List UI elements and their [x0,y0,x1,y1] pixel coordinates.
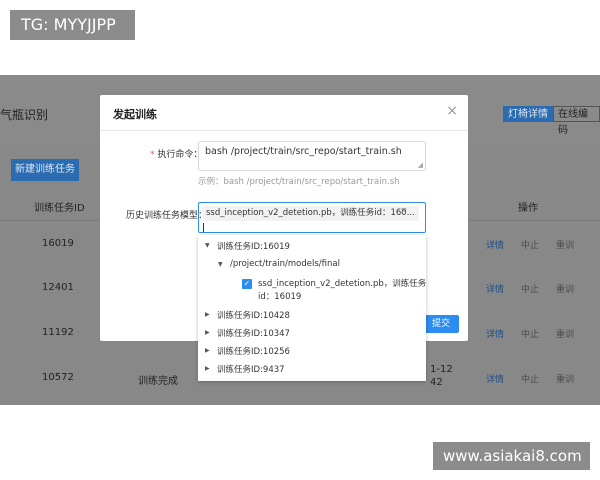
row-detail-link[interactable]: 详情 [486,282,504,295]
tree-node-task[interactable]: 训练任务ID:10428 [217,309,290,321]
caret-down-icon[interactable]: ▼ [218,261,223,268]
table-row-id: 12401 [42,282,74,293]
text-cursor [203,223,204,232]
new-task-button[interactable]: 新建训练任务 [11,159,79,181]
tree-node-task[interactable]: 训练任务ID:16019 [217,240,290,252]
caret-right-icon[interactable]: ▶ [205,347,210,354]
table-row-id: 11192 [42,327,74,338]
app-screen: 气瓶识别 灯椅详情 在线编码 新建训练任务 训练任务ID 操作 16019 详情… [0,75,600,405]
tree-node-task[interactable]: 训练任务ID:10256 [217,345,290,357]
selected-model-tag: ssd_inception_v2_detetion.pb，训练任务id：160.… [202,206,419,221]
close-icon[interactable]: × [446,103,458,119]
checkbox-checked-icon[interactable]: ✓ [242,279,252,289]
command-example: 示例：bash /project/train/src_repo/start_tr… [198,177,400,187]
row-retrain-link[interactable]: 重训 [556,327,574,340]
command-value: bash /project/train/src_repo/start_train… [205,146,402,157]
table-row-id: 16019 [42,238,74,249]
table-row-time: 42 [430,377,443,388]
history-model-select[interactable]: ssd_inception_v2_detetion.pb，训练任务id：160.… [198,202,426,233]
table-row-status: 训练完成 [138,376,178,387]
modal-title: 发起训练 [113,108,157,121]
tree-node-task[interactable]: 训练任务ID:9437 [217,363,285,375]
tree-node-model-file-id: id：16019 [258,292,302,302]
watermark-top-left: TG: MYYJJPP [10,10,135,40]
command-label: * 执行命令： [150,147,202,160]
tree-node-folder[interactable]: /project/train/models/final [230,259,340,269]
column-header-actions: 操作 [518,203,538,214]
online-code-button[interactable]: 在线编码 [553,106,600,136]
submit-button[interactable]: 提交 [423,315,459,333]
page-title: 气瓶识别 [0,108,49,122]
caret-down-icon[interactable]: ▼ [205,242,210,249]
row-retrain-link[interactable]: 重训 [556,282,574,295]
row-stop-link[interactable]: 中止 [521,372,539,385]
resize-handle-icon[interactable]: ◢ [418,161,423,169]
row-detail-link[interactable]: 详情 [486,372,504,385]
caret-right-icon[interactable]: ▶ [205,311,210,318]
caret-right-icon[interactable]: ▶ [205,365,210,372]
required-mark: * [150,150,155,160]
tree-node-model-file[interactable]: ssd_inception_v2_detetion.pb，训练任务 [258,277,426,289]
row-stop-link[interactable]: 中止 [521,327,539,340]
detail-button[interactable]: 灯椅详情 [503,106,553,122]
watermark-bottom-right: www.asiakai8.com [433,442,590,470]
command-textarea[interactable]: bash /project/train/src_repo/start_train… [198,141,426,171]
row-detail-link[interactable]: 详情 [486,327,504,340]
row-detail-link[interactable]: 详情 [486,238,504,251]
tree-node-task[interactable]: 训练任务ID:10347 [217,327,290,339]
caret-right-icon[interactable]: ▶ [205,329,210,336]
table-row-time: 1-12 [430,364,453,375]
modal-header: 发起训练 × [100,95,468,131]
row-retrain-link[interactable]: 重训 [556,238,574,251]
column-header-id: 训练任务ID [34,203,85,214]
row-stop-link[interactable]: 中止 [521,282,539,295]
row-stop-link[interactable]: 中止 [521,238,539,251]
model-tree-dropdown: ▼ 训练任务ID:16019 ▼ /project/train/models/f… [198,235,426,381]
table-row-id: 10572 [42,372,74,383]
tag-close-icon[interactable]: × [400,206,408,216]
command-label-text: 执行命令： [157,150,203,160]
history-model-label: 历史训练任务模型： [126,211,208,221]
row-retrain-link[interactable]: 重训 [556,372,574,385]
